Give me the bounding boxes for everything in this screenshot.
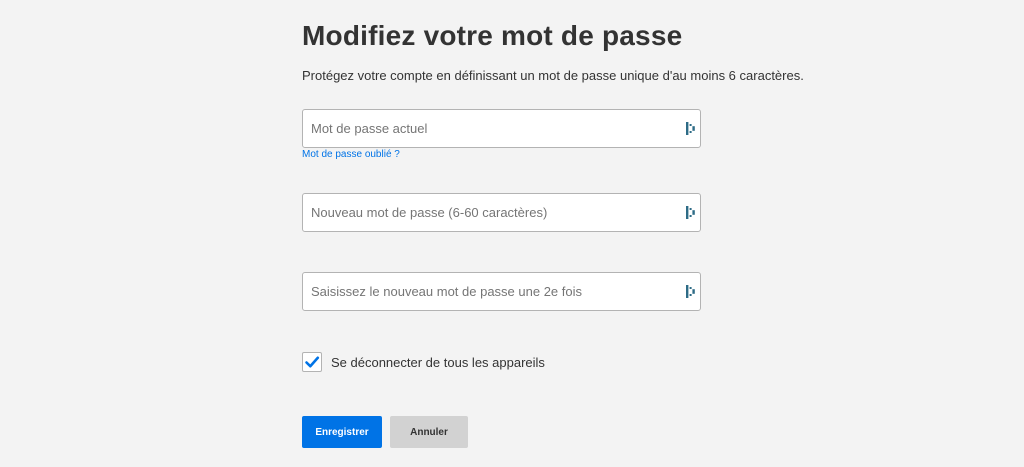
save-button[interactable]: Enregistrer [302, 416, 382, 448]
signout-all-devices-checkbox[interactable] [302, 352, 322, 372]
signout-all-devices-label: Se déconnecter de tous les appareils [331, 354, 545, 370]
password-manager-icon[interactable] [686, 206, 696, 219]
confirm-password-field[interactable] [302, 272, 701, 311]
confirm-password-input[interactable] [303, 273, 673, 310]
change-password-page: Modifiez votre mot de passe Protégez vot… [0, 0, 1024, 467]
password-manager-icon[interactable] [686, 285, 696, 298]
signout-all-devices-row[interactable]: Se déconnecter de tous les appareils [302, 351, 545, 373]
page-title: Modifiez votre mot de passe [302, 20, 683, 51]
current-password-input[interactable] [303, 110, 673, 147]
current-password-field[interactable] [302, 109, 701, 148]
new-password-input[interactable] [303, 194, 673, 231]
new-password-field[interactable] [302, 193, 701, 232]
page-subtitle: Protégez votre compte en définissant un … [302, 68, 804, 83]
forgot-password-link[interactable]: Mot de passe oublié ? [302, 149, 400, 160]
cancel-button[interactable]: Annuler [390, 416, 468, 448]
password-manager-icon[interactable] [686, 122, 696, 135]
checkmark-icon [305, 356, 320, 368]
